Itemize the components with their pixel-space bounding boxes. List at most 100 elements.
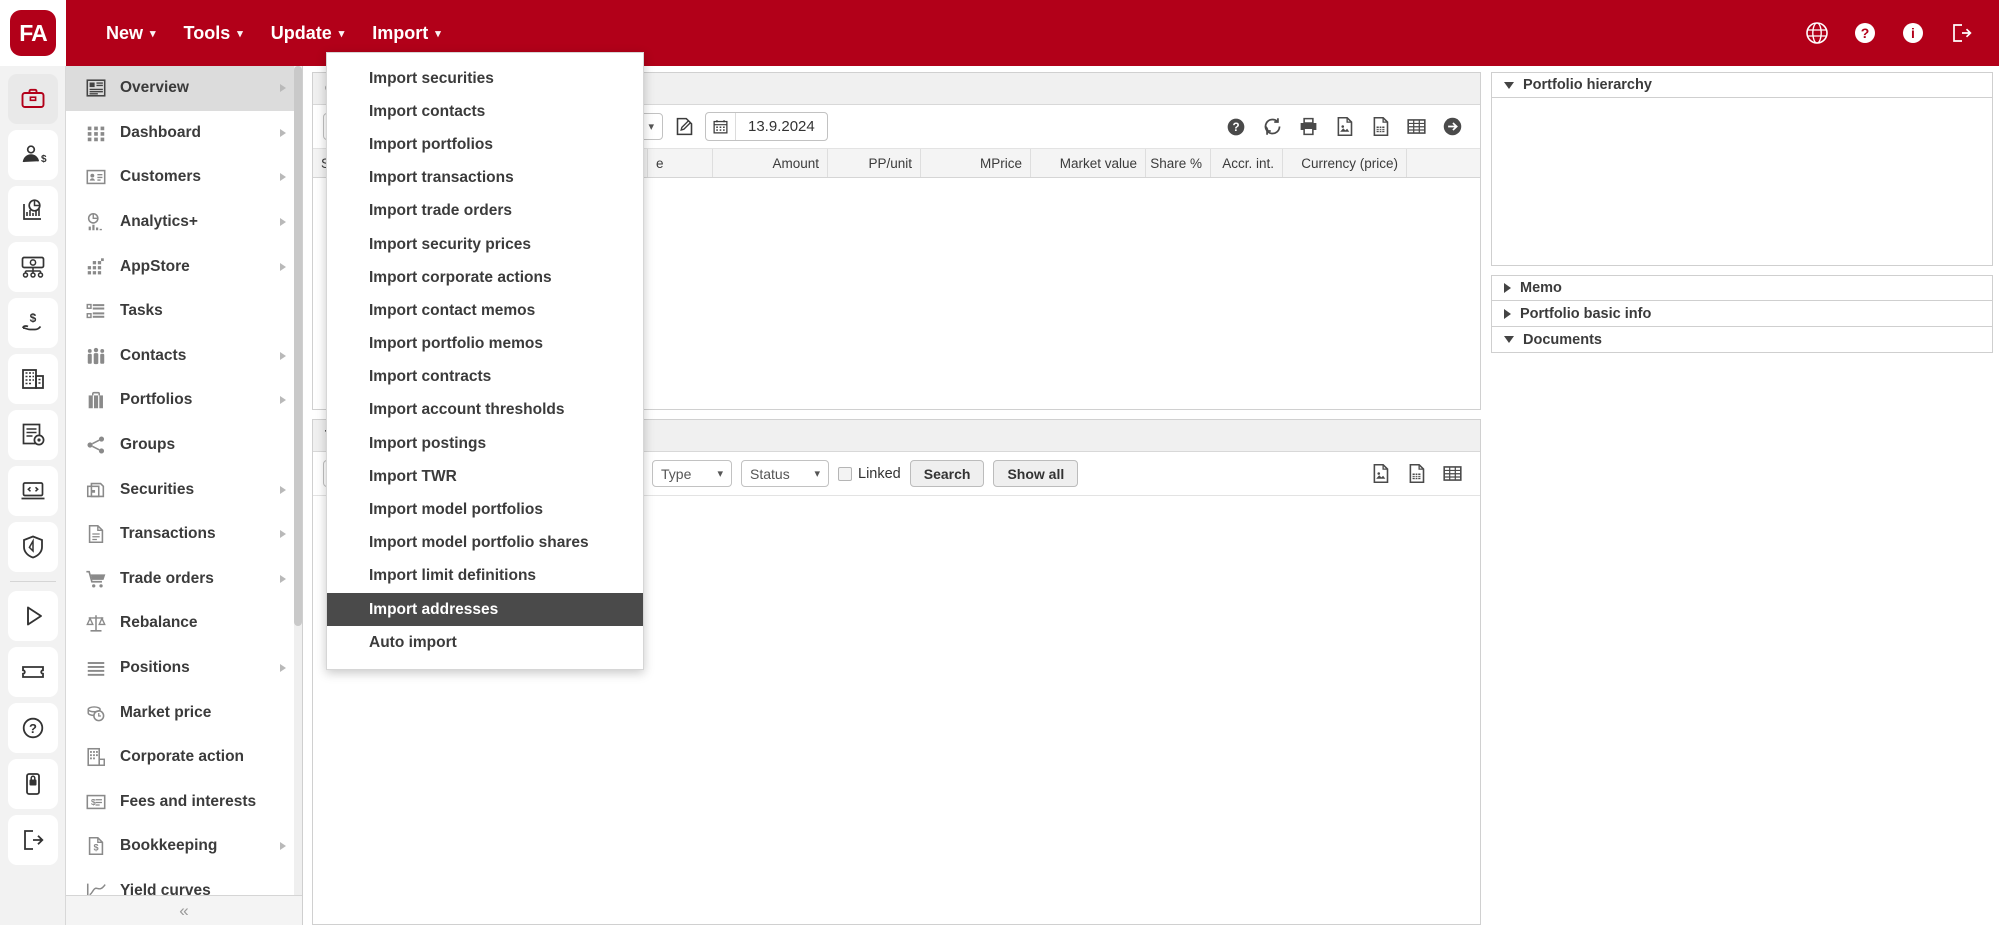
sidebar-item-securities[interactable]: Securities (66, 467, 302, 512)
edit-button[interactable] (672, 115, 696, 139)
sidebar-item-market-price[interactable]: Market price (66, 690, 302, 735)
column-header-accr-int[interactable]: Accr. int. (1211, 149, 1283, 177)
rail-item-play[interactable] (7, 591, 58, 641)
sidebar-item-label: Bookkeeping (120, 837, 218, 855)
section-documents[interactable]: Documents (1491, 327, 1993, 353)
menu-item-import-securities[interactable]: Import securities (327, 62, 643, 95)
help-button[interactable]: ? (1224, 115, 1248, 139)
menu-item-import-portfolios[interactable]: Import portfolios (327, 128, 643, 161)
menu-item-import-limit-definitions[interactable]: Import limit definitions (327, 560, 643, 593)
section-portfolio-hierarchy[interactable]: Portfolio hierarchy (1491, 72, 1993, 98)
menu-item-import-trade-orders[interactable]: Import trade orders (327, 195, 643, 228)
hand-dollar-icon: $ (21, 311, 41, 331)
export-image-button[interactable] (1368, 462, 1392, 486)
rail-item-mobile-lock[interactable] (7, 759, 58, 809)
sidebar-item-tasks[interactable]: Tasks (66, 289, 302, 334)
menu-item-import-contact-memos[interactable]: Import contact memos (327, 294, 643, 327)
export-image-button[interactable] (1332, 115, 1356, 139)
globe-icon[interactable] (1805, 21, 1829, 45)
info-circle-icon[interactable]: i (1901, 21, 1925, 45)
sidebar-item-yield-curves[interactable]: Yield curves (66, 869, 302, 895)
column-header-mprice[interactable]: MPrice (921, 149, 1031, 177)
rail-item-logout[interactable] (7, 815, 58, 865)
rail-item-code-laptop[interactable] (7, 466, 58, 516)
menu-item-auto-import[interactable]: Auto import (327, 626, 643, 659)
menu-item-import-model-portfolios[interactable]: Import model portfolios (327, 493, 643, 526)
section-memo[interactable]: Memo (1491, 275, 1993, 301)
menu-item-import-account-thresholds[interactable]: Import account thresholds (327, 394, 643, 427)
show-all-button[interactable]: Show all (993, 460, 1079, 487)
linked-checkbox[interactable]: Linked (838, 466, 901, 482)
sidebar-collapse-button[interactable]: « (66, 895, 302, 925)
sidebar-item-appstore[interactable]: AppStore (66, 244, 302, 289)
sidebar-item-fees-interests[interactable]: $ Fees and interests (66, 780, 302, 825)
export-excel-button[interactable] (1404, 462, 1428, 486)
rail-item-customer-money[interactable]: $ (7, 130, 58, 180)
sidebar-item-label: Dashboard (120, 123, 201, 141)
checkbox-box[interactable] (838, 466, 852, 481)
search-button[interactable]: Search (909, 460, 985, 487)
menu-item-import-corporate-actions[interactable]: Import corporate actions (327, 261, 643, 294)
sidebar-item-groups[interactable]: Groups (66, 423, 302, 468)
table-view-button[interactable] (1440, 462, 1464, 486)
rail-item-shield[interactable] (7, 522, 58, 572)
sidebar-item-customers[interactable]: Customers (66, 155, 302, 200)
rail-item-report-settings[interactable] (7, 410, 58, 460)
rail-item-building[interactable] (7, 354, 58, 404)
column-header-market-value[interactable]: Market value (1031, 149, 1146, 177)
corporate-building-icon (87, 748, 105, 767)
menu-item-import-twr[interactable]: Import TWR (327, 460, 643, 493)
type-select[interactable]: Type ▾ (652, 460, 732, 487)
sidebar-item-trade-orders[interactable]: Trade orders (66, 557, 302, 602)
sidebar-item-bookkeeping[interactable]: $ Bookkeeping (66, 824, 302, 869)
menu-item-import-security-prices[interactable]: Import security prices (327, 228, 643, 261)
menu-item-import-postings[interactable]: Import postings (327, 427, 643, 460)
sidebar-item-portfolios[interactable]: Portfolios (66, 378, 302, 423)
sidebar-item-contacts[interactable]: Contacts (66, 334, 302, 379)
rail-item-ticket[interactable] (7, 647, 58, 697)
sidebar-item-rebalance[interactable]: Rebalance (66, 601, 302, 646)
menu-new[interactable]: New ▾ (92, 0, 170, 66)
column-header-pp-unit[interactable]: PP/unit (828, 149, 921, 177)
menu-item-import-model-portfolio-shares[interactable]: Import model portfolio shares (327, 527, 643, 560)
calendar-button[interactable] (706, 113, 736, 140)
chevron-down-icon: ▾ (237, 27, 243, 40)
sidebar-item-overview[interactable]: Overview (66, 66, 302, 111)
menu-item-import-portfolio-memos[interactable]: Import portfolio memos (327, 328, 643, 361)
logout-icon[interactable] (1949, 21, 1973, 45)
table-view-button[interactable] (1404, 115, 1428, 139)
sidebar-item-dashboard[interactable]: Dashboard (66, 111, 302, 156)
sidebar-item-corporate-action[interactable]: Corporate action (66, 735, 302, 780)
rail-item-help[interactable]: ? (7, 703, 58, 753)
logo-container[interactable]: FA (0, 0, 66, 66)
sidebar-item-analytics[interactable]: Analytics+ (66, 200, 302, 245)
date-field[interactable]: 13.9.2024 (705, 112, 828, 141)
rail-item-briefcase[interactable] (7, 74, 58, 124)
status-select[interactable]: Status ▾ (741, 460, 829, 487)
next-button[interactable] (1440, 115, 1464, 139)
column-header-amount[interactable]: Amount (713, 149, 828, 177)
export-excel-button[interactable] (1368, 115, 1392, 139)
menu-tools[interactable]: Tools ▾ (170, 0, 257, 66)
rail-item-cash-flow[interactable] (7, 242, 58, 292)
menu-item-import-transactions[interactable]: Import transactions (327, 162, 643, 195)
sidebar-scrollbar[interactable] (294, 66, 302, 895)
sidebar-item-positions[interactable]: Positions (66, 646, 302, 691)
rail-item-analytics[interactable] (7, 186, 58, 236)
menu-item-import-contacts[interactable]: Import contacts (327, 95, 643, 128)
briefcase-icon (21, 88, 44, 108)
sidebar-scrollbar-thumb[interactable] (294, 66, 302, 626)
column-header-type[interactable]: e (648, 149, 713, 177)
refresh-button[interactable] (1260, 115, 1284, 139)
column-header-currency[interactable]: Currency (price) (1283, 149, 1407, 177)
type-select-value: Type (661, 465, 692, 482)
rail-item-hand-dollar[interactable]: $ (7, 298, 58, 348)
section-portfolio-basic-info[interactable]: Portfolio basic info (1491, 301, 1993, 327)
column-header-share-pct[interactable]: Share % (1146, 149, 1211, 177)
help-circle-icon[interactable]: ? (1853, 21, 1877, 45)
print-button[interactable] (1296, 115, 1320, 139)
menu-item-import-addresses[interactable]: Import addresses (327, 593, 643, 627)
menu-item-import-contracts[interactable]: Import contracts (327, 361, 643, 394)
sidebar-item-transactions[interactable]: Transactions (66, 512, 302, 557)
